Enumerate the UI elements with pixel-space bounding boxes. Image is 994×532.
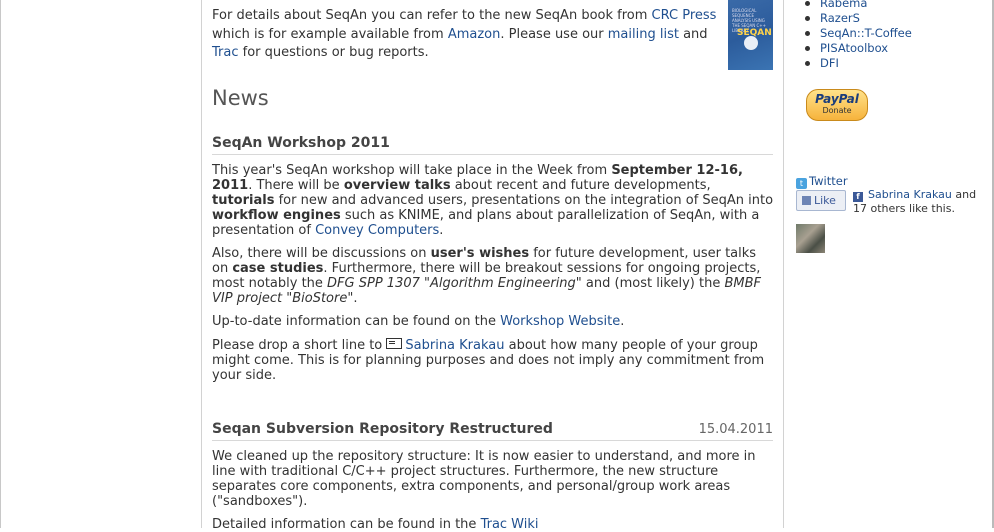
svn-date: 15.04.2011	[698, 422, 773, 437]
twitter-link-row: t Twitter	[796, 174, 848, 189]
sabrina-krakau-mail-link[interactable]: Sabrina Krakau	[405, 338, 504, 353]
svn-title: Seqan Subversion Repository Restructured…	[212, 422, 773, 441]
seqan-book-cover-image[interactable]: BIOLOGICAL SEQUENCE ANALYSIS USING THE S…	[728, 0, 773, 70]
facebook-likes-text: f Sabrina Krakau and 17 others like this.	[853, 188, 977, 215]
dfi-link[interactable]: DFI	[820, 56, 839, 70]
twitter-link[interactable]: Twitter	[809, 174, 848, 188]
mail-icon	[386, 338, 403, 349]
trac-link[interactable]: Trac	[212, 45, 239, 60]
sidebar-item-pisatoolbox: PISAtoolbox	[796, 41, 912, 56]
content-left-border	[201, 0, 202, 528]
paypal-donate-button[interactable]: PayPal Donate	[806, 89, 868, 121]
paypal-logo: PayPal	[815, 92, 859, 106]
workshop-paragraph-2: Also, there will be discussions on user'…	[212, 246, 761, 306]
book-logo: SEQAN	[737, 28, 772, 38]
mailing-list-link[interactable]: mailing list	[608, 27, 679, 42]
bullet-icon	[805, 31, 810, 36]
convey-computers-link[interactable]: Convey Computers	[315, 223, 439, 238]
twitter-icon: t	[796, 178, 807, 189]
facebook-like-button[interactable]: Like	[796, 190, 846, 211]
project-links-list: Rabema RazerS SeqAn::T-Coffee PISAtoolbo…	[796, 0, 912, 71]
pisatoolbox-link[interactable]: PISAtoolbox	[820, 41, 888, 55]
news-heading: News	[212, 86, 269, 110]
content-right-border	[783, 0, 784, 528]
facebook-user-avatar[interactable]	[796, 224, 825, 253]
trac-wiki-link[interactable]: Trac Wiki	[481, 517, 539, 532]
amazon-link[interactable]: Amazon	[448, 27, 501, 42]
workshop-website-link[interactable]: Workshop Website	[500, 314, 620, 329]
donate-label: Donate	[822, 106, 852, 115]
sidebar-item-razers: RazerS	[796, 11, 912, 26]
bullet-icon	[805, 61, 810, 66]
workshop-paragraph-1: This year's SeqAn workshop will take pla…	[212, 163, 774, 238]
intro-paragraph: For details about SeqAn you can refer to…	[212, 8, 717, 60]
workshop-title: SeqAn Workshop 2011	[212, 136, 773, 155]
bullet-icon	[805, 1, 810, 6]
window-left-edge	[0, 0, 1, 528]
thumbs-up-icon	[802, 196, 811, 205]
crc-press-link[interactable]: CRC Press	[652, 8, 717, 23]
svn-paragraph-1: We cleaned up the repository structure: …	[212, 449, 756, 509]
workshop-paragraph-3: Up-to-date information can be found on t…	[212, 314, 625, 329]
svn-paragraph-2: Detailed information can be found in the…	[212, 517, 539, 532]
bullet-icon	[805, 16, 810, 21]
fb-user-link[interactable]: Sabrina Krakau	[868, 188, 952, 201]
workshop-paragraph-4: Please drop a short line to Sabrina Krak…	[212, 338, 765, 383]
rabema-link[interactable]: Rabema	[820, 0, 867, 10]
sidebar-item-rabema: Rabema	[796, 0, 912, 11]
razers-link[interactable]: RazerS	[820, 11, 860, 25]
sidebar-item-dfi: DFI	[796, 56, 912, 71]
bullet-icon	[805, 46, 810, 51]
tcoffee-link[interactable]: SeqAn::T-Coffee	[820, 26, 912, 40]
facebook-icon: f	[853, 192, 863, 202]
sidebar-item-tcoffee: SeqAn::T-Coffee	[796, 26, 912, 41]
